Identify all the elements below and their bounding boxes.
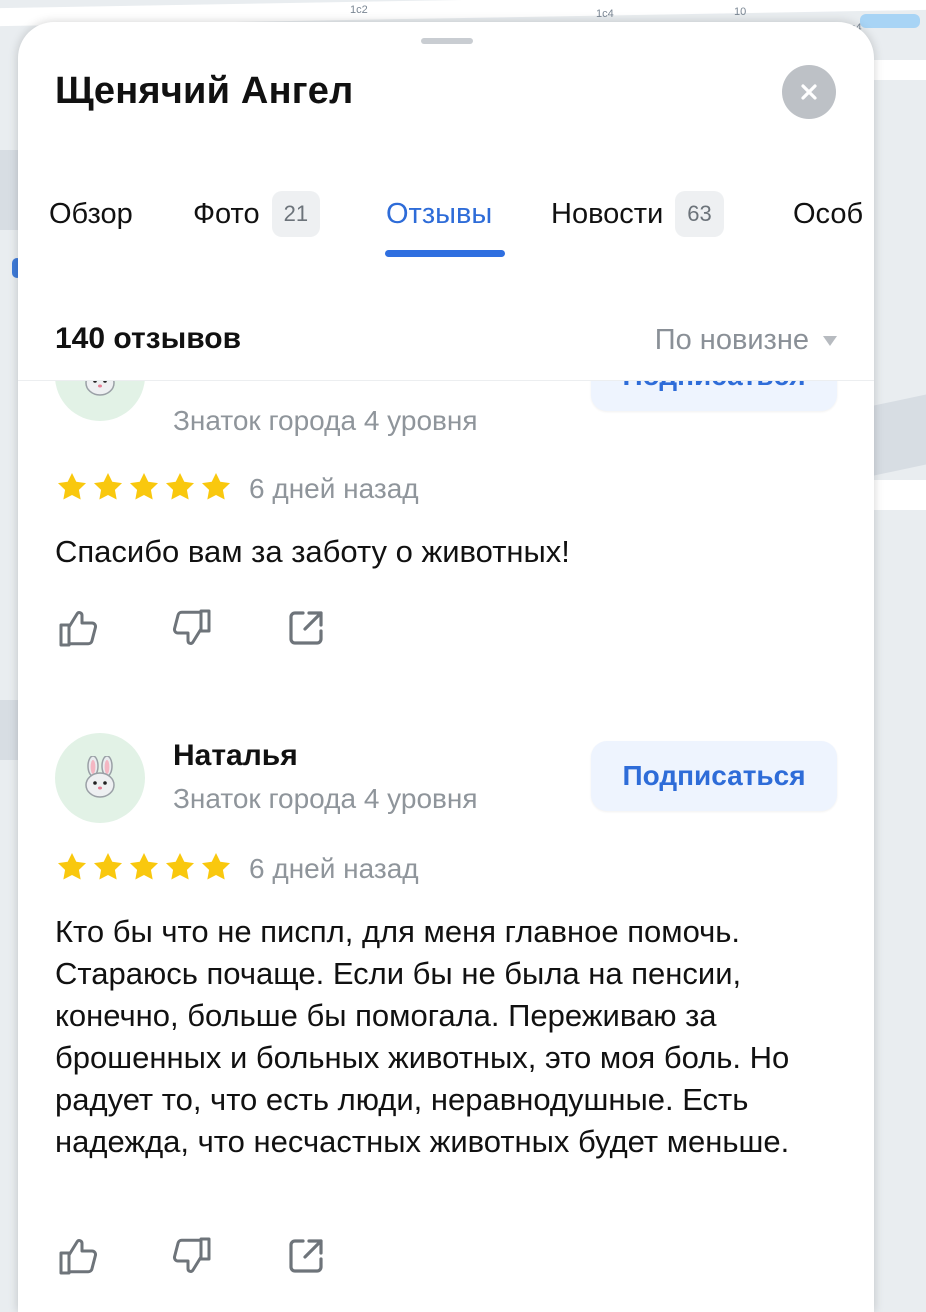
star-icon bbox=[202, 473, 230, 500]
avatar[interactable] bbox=[55, 381, 145, 421]
tab-features[interactable]: Особ bbox=[793, 190, 863, 238]
review-actions bbox=[55, 1233, 329, 1279]
tab-label: Обзор bbox=[49, 197, 133, 230]
author-level: Знаток города 4 уровня bbox=[173, 783, 478, 814]
place-title: Щенячий Ангел bbox=[55, 70, 354, 112]
review-date: 6 дней назад bbox=[249, 853, 419, 884]
star-icon bbox=[94, 473, 122, 500]
close-button[interactable] bbox=[782, 65, 836, 119]
star-icon bbox=[58, 853, 86, 880]
review-actions bbox=[55, 605, 329, 651]
tab-reviews[interactable]: Отзывы bbox=[386, 190, 492, 238]
star-icon bbox=[130, 473, 158, 500]
rating-stars bbox=[55, 851, 233, 883]
subscribe-label: Подписаться bbox=[622, 760, 806, 791]
star-icon bbox=[166, 473, 194, 500]
star-icon bbox=[202, 853, 230, 880]
drag-handle[interactable] bbox=[421, 38, 473, 44]
author-level: Знаток города 4 уровня bbox=[173, 405, 478, 436]
tab-bar: Обзор Фото 21 Отзывы Новости 63 Особ bbox=[18, 190, 874, 280]
map-label: 1с4 bbox=[596, 8, 614, 20]
subscribe-label: Подписаться bbox=[622, 381, 805, 392]
tab-count-badge: 21 bbox=[271, 191, 321, 237]
tab-overview[interactable]: Обзор bbox=[49, 190, 133, 238]
rabbit-icon bbox=[85, 756, 115, 798]
star-icon bbox=[130, 853, 158, 880]
like-icon[interactable] bbox=[55, 605, 101, 651]
active-tab-indicator bbox=[385, 250, 505, 257]
star-icon bbox=[58, 473, 86, 500]
map-label: 10 bbox=[734, 6, 747, 18]
subscribe-button[interactable]: Подписаться bbox=[591, 381, 837, 411]
avatar[interactable] bbox=[55, 733, 145, 823]
review-text: Кто бы что не писпл, для меня главное по… bbox=[55, 914, 790, 1159]
sort-label: По новизне bbox=[654, 324, 809, 356]
like-icon[interactable] bbox=[55, 1233, 101, 1279]
author-name[interactable]: Наталья bbox=[173, 739, 298, 773]
review-text: Спасибо вам за заботу о животных! bbox=[55, 534, 570, 569]
tab-label: Фото bbox=[193, 197, 260, 230]
share-icon[interactable] bbox=[283, 605, 329, 651]
star-icon bbox=[166, 853, 194, 880]
tab-label: Особ bbox=[793, 197, 864, 230]
subscribe-button[interactable]: Подписаться bbox=[591, 741, 837, 811]
dislike-icon[interactable] bbox=[169, 605, 215, 651]
reviews-header: 140 отзывов По новизне bbox=[55, 322, 837, 362]
dislike-icon[interactable] bbox=[169, 1233, 215, 1279]
sort-dropdown[interactable]: По новизне bbox=[655, 324, 837, 357]
place-card-sheet: Щенячий Ангел Обзор Фото 21 Отзывы Новос… bbox=[18, 22, 874, 1312]
tab-label: Отзывы bbox=[386, 197, 493, 230]
tab-count-badge: 63 bbox=[675, 191, 724, 237]
review-date: 6 дней назад bbox=[249, 473, 419, 504]
tab-label: Новости bbox=[551, 197, 664, 230]
rabbit-icon bbox=[85, 381, 115, 396]
rating-stars bbox=[55, 471, 233, 503]
star-icon bbox=[94, 853, 122, 880]
map-label: 1с2 bbox=[350, 4, 368, 16]
reviews-count: 140 отзывов bbox=[55, 322, 242, 355]
close-icon bbox=[801, 84, 817, 100]
chevron-down-icon bbox=[823, 335, 837, 346]
tab-photos[interactable]: Фото 21 bbox=[193, 190, 321, 238]
share-icon[interactable] bbox=[283, 1233, 329, 1279]
tab-news[interactable]: Новости 63 bbox=[551, 190, 724, 238]
reviews-list[interactable]: Знаток города 4 уровня Подписаться 6 дне… bbox=[18, 380, 874, 1312]
